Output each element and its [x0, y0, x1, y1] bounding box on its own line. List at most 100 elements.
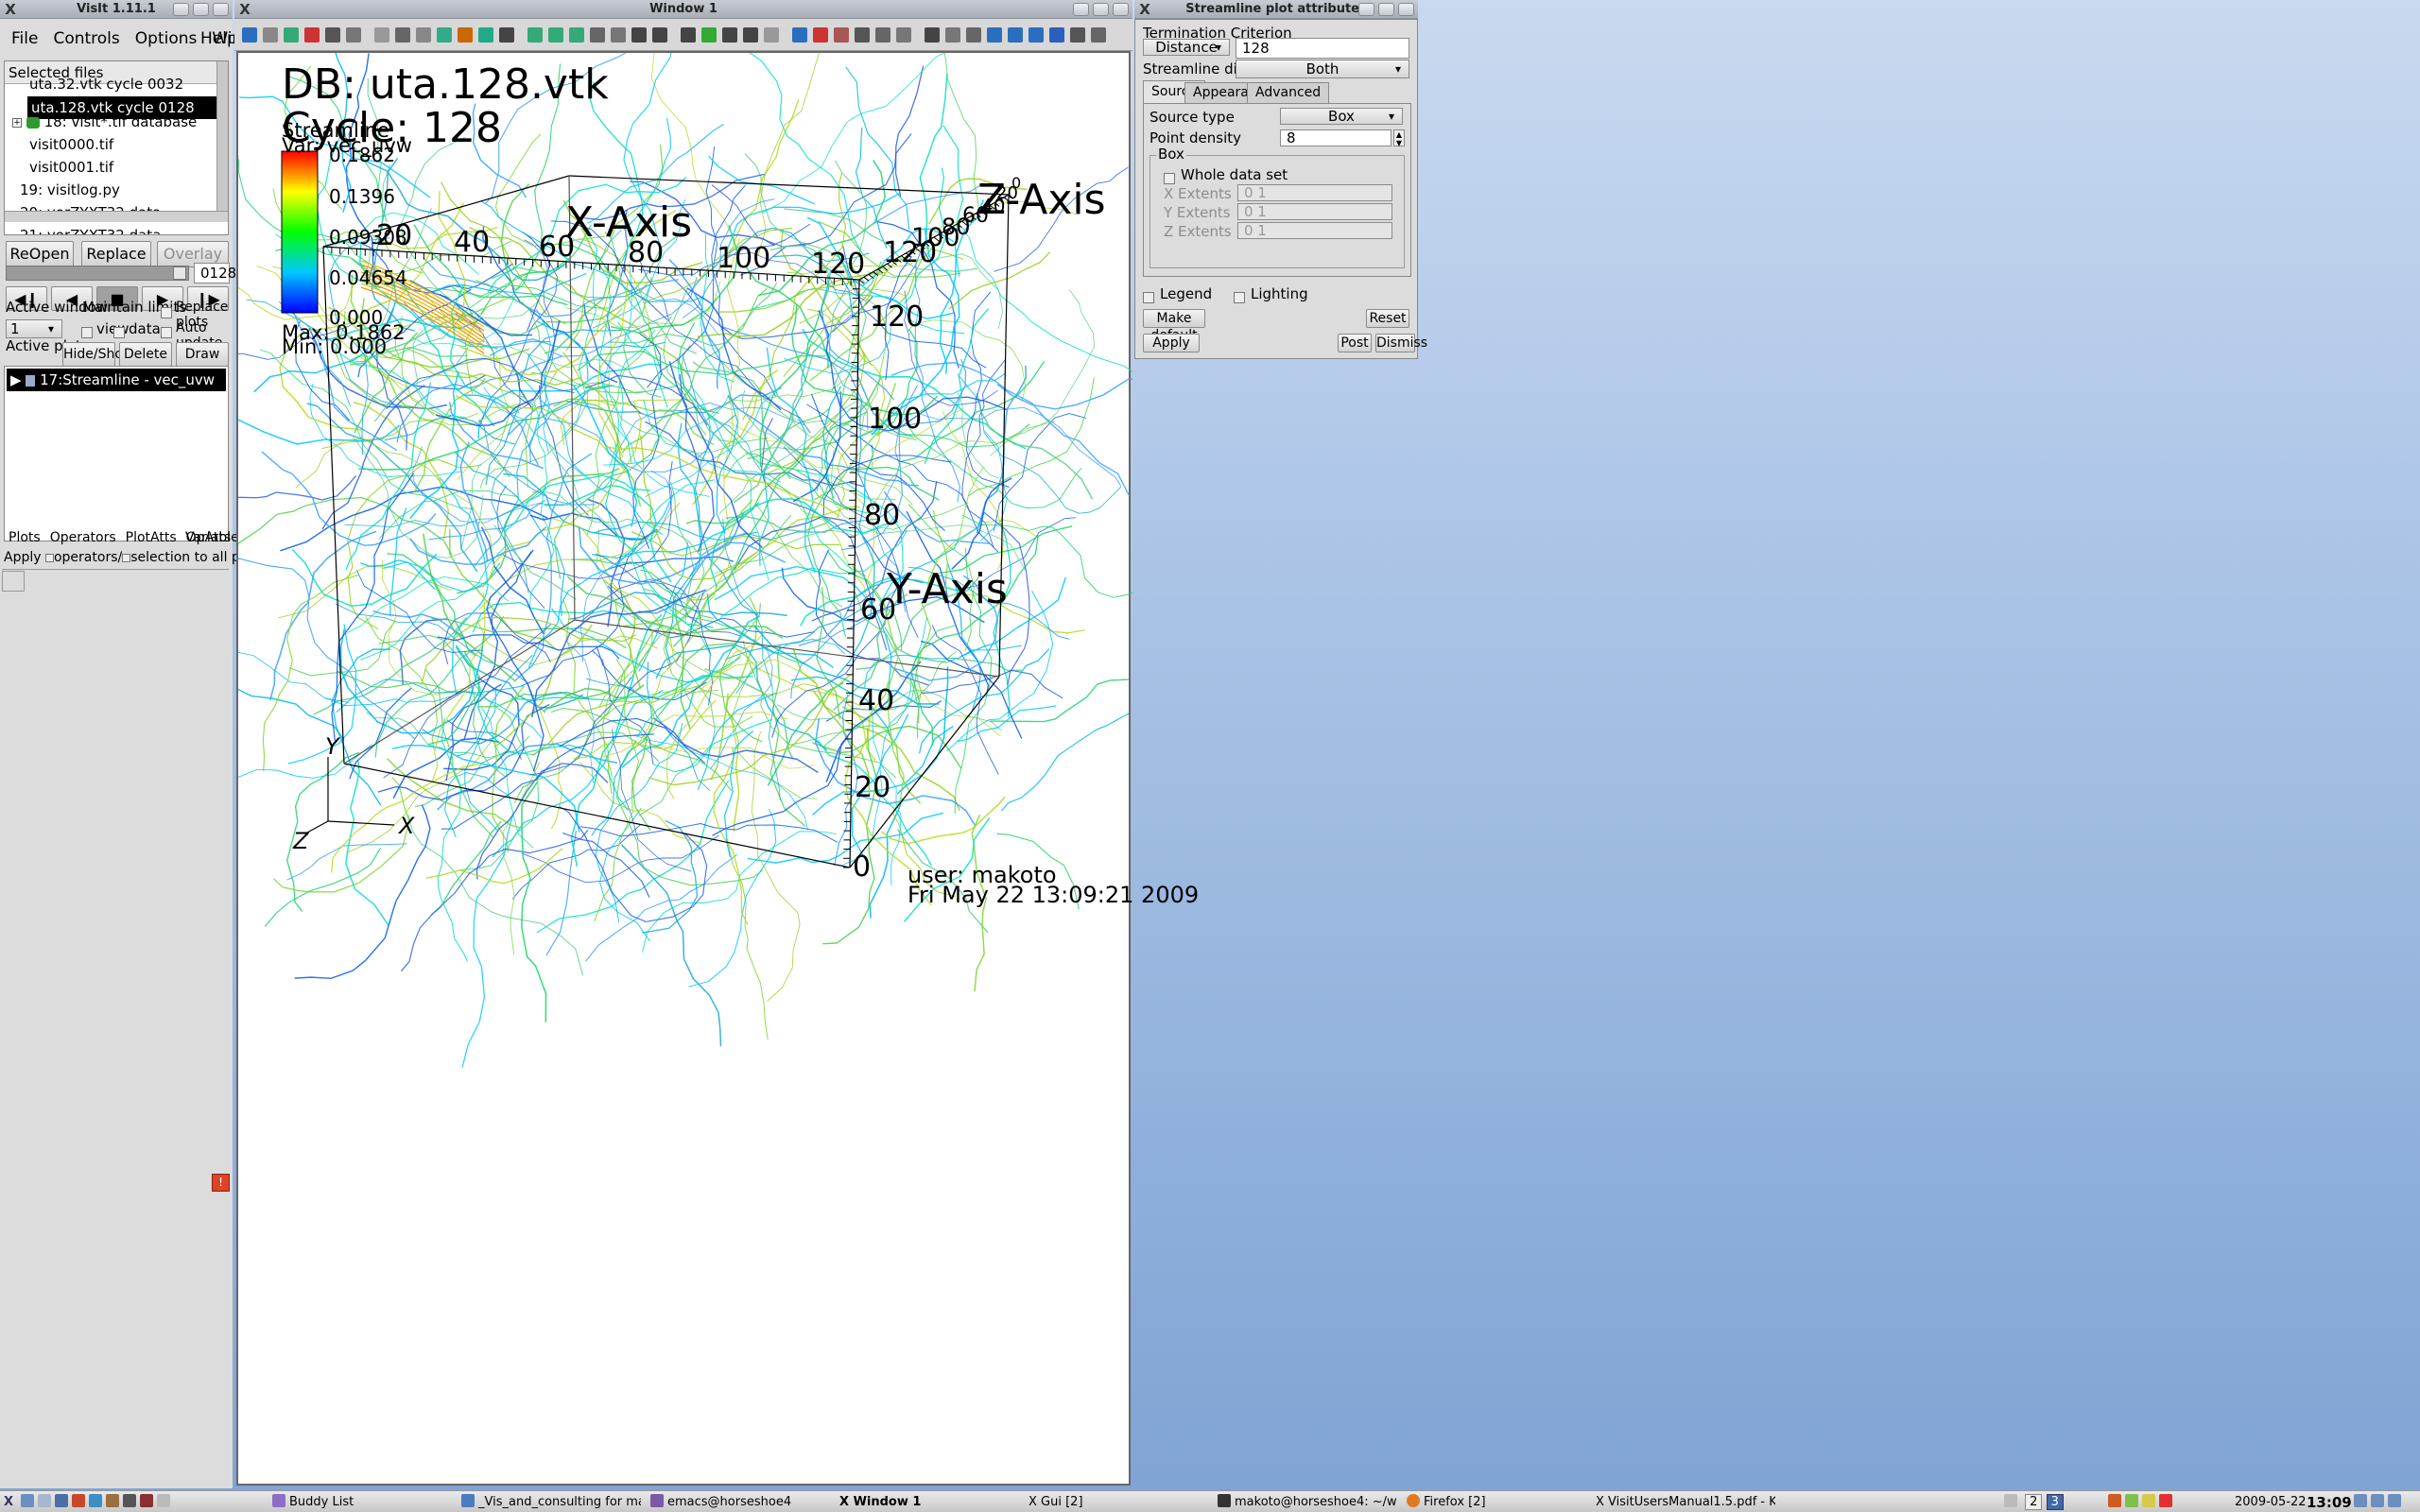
toolbar-button-icon[interactable]: [966, 27, 981, 43]
toolbar-button-icon[interactable]: [478, 27, 493, 43]
x-extents-field[interactable]: 0 1: [1237, 184, 1392, 201]
menu-help[interactable]: Help: [200, 26, 237, 52]
toolbar-button-icon[interactable]: [527, 27, 543, 43]
toolbar-button-icon[interactable]: [611, 27, 626, 43]
task-window-1[interactable]: X Window 1: [839, 1494, 921, 1511]
file-list-scrollbar[interactable]: [216, 61, 228, 211]
toolbar-button-icon[interactable]: [395, 27, 410, 43]
task-buddy-list[interactable]: Buddy List: [272, 1494, 354, 1511]
workspace-3[interactable]: 3: [2046, 1494, 2064, 1510]
streamline-attrs-titlebar[interactable]: X Streamline plot attributes: [1134, 0, 1418, 19]
toolbar-button-icon[interactable]: [652, 27, 667, 43]
toolbar-button-icon[interactable]: [945, 27, 960, 43]
task-pdf[interactable]: X VisitUsersManual1.5.pdf - K: [1596, 1494, 1775, 1511]
output-warning-icon[interactable]: !: [212, 1174, 230, 1192]
workspace-2[interactable]: 2: [2025, 1494, 2043, 1510]
legend-checkbox[interactable]: [1143, 288, 1154, 307]
plot-item[interactable]: ▶ 17:Streamline - vec_uvw: [7, 369, 226, 391]
task-emacs[interactable]: emacs@horseshoe4: [650, 1494, 791, 1511]
auto-update-checkbox[interactable]: [161, 323, 172, 342]
app-icon[interactable]: [140, 1494, 153, 1507]
toolbar-button-icon[interactable]: [374, 27, 389, 43]
selection-checkbox[interactable]: [122, 553, 131, 562]
output-tab[interactable]: [2, 571, 25, 592]
app-icon[interactable]: [89, 1494, 102, 1507]
quicklaunch-icons[interactable]: [21, 1494, 174, 1511]
toolbar-button-icon[interactable]: [925, 27, 940, 43]
task-firefox-tab[interactable]: _Vis_and_consulting for mak: [461, 1494, 641, 1511]
toolbar-button-icon[interactable]: [1049, 27, 1064, 43]
app-icon[interactable]: [55, 1494, 68, 1507]
close-button-icon[interactable]: [213, 3, 229, 16]
toolbar-button-icon[interactable]: [499, 27, 514, 43]
toolbar-button-icon[interactable]: [875, 27, 890, 43]
toolbar-button-icon[interactable]: [1070, 27, 1085, 43]
visit-titlebar[interactable]: X VisIt 1.11.1: [0, 0, 233, 19]
task-gui[interactable]: X Gui [2]: [1028, 1494, 1083, 1511]
tab-advanced[interactable]: Advanced: [1247, 82, 1330, 103]
source-type-select[interactable]: Box: [1280, 108, 1403, 125]
file-list-hscrollbar[interactable]: [5, 211, 228, 222]
file-item[interactable]: visit0000.tif: [29, 133, 113, 156]
file-item-database[interactable]: + 18: visit*.tif database: [12, 111, 197, 133]
time-slider[interactable]: [6, 266, 189, 281]
toolbar-button-icon[interactable]: [1008, 27, 1023, 43]
toolbar-button-icon[interactable]: [813, 27, 828, 43]
toolbar-button-icon[interactable]: [325, 27, 340, 43]
termination-value-field[interactable]: 128: [1236, 38, 1409, 59]
menu-plotatts[interactable]: PlotAtts: [121, 526, 182, 549]
file-item[interactable]: visit0001.tif: [29, 156, 113, 179]
point-density-field[interactable]: 8: [1280, 129, 1392, 146]
selected-files-list[interactable]: Selected files uta.32.vtk cycle 0032 uta…: [4, 60, 229, 235]
lighting-checkbox[interactable]: [1234, 288, 1245, 307]
toolbar-button-icon[interactable]: [304, 27, 320, 43]
clock-time[interactable]: 13:09: [2307, 1494, 2352, 1511]
time-field[interactable]: 0128: [194, 263, 236, 284]
tray-icon[interactable]: [2354, 1494, 2367, 1507]
expand-arrow-icon[interactable]: ▶: [10, 371, 22, 388]
menu-options[interactable]: Options: [128, 26, 205, 52]
tray-icon[interactable]: [2388, 1494, 2401, 1507]
minimize-icon[interactable]: [1073, 3, 1089, 16]
workspace-switcher[interactable]: 2 3: [2004, 1494, 2064, 1511]
tray-icons-right[interactable]: [2354, 1494, 2405, 1511]
app-icon[interactable]: [21, 1494, 34, 1507]
toolbar-button-icon[interactable]: [701, 27, 717, 43]
toolbar-button-icon[interactable]: [458, 27, 473, 43]
menu-operators[interactable]: Operators: [45, 526, 121, 549]
toolbar-button-icon[interactable]: [792, 27, 807, 43]
toolbar-button-icon[interactable]: [346, 27, 361, 43]
toolbar-button-icon[interactable]: [764, 27, 779, 43]
workspace-icon[interactable]: [2004, 1494, 2017, 1507]
y-extents-field[interactable]: 0 1: [1237, 203, 1392, 220]
tray-icon[interactable]: [2125, 1494, 2138, 1507]
post-button[interactable]: Post: [1338, 334, 1372, 352]
task-firefox[interactable]: Firefox [2]: [1407, 1494, 1486, 1511]
operators-checkbox[interactable]: [44, 553, 54, 562]
close-icon[interactable]: X: [2, 1, 19, 18]
close-button-icon[interactable]: [1398, 3, 1414, 16]
replace-button[interactable]: Replace: [81, 241, 151, 267]
toolbar-button-icon[interactable]: [631, 27, 647, 43]
tray-icon[interactable]: [2142, 1494, 2155, 1507]
toolbar-button-icon[interactable]: [437, 27, 452, 43]
reset-button[interactable]: Reset: [1366, 309, 1409, 328]
start-menu-icon[interactable]: X: [4, 1494, 13, 1511]
toolbar-button-icon[interactable]: [548, 27, 563, 43]
app-icon[interactable]: [38, 1494, 51, 1507]
dismiss-button[interactable]: Dismiss: [1375, 334, 1427, 352]
minimize-icon[interactable]: [173, 3, 189, 16]
app-icon[interactable]: [106, 1494, 119, 1507]
reopen-button[interactable]: ReOpen: [6, 241, 74, 267]
tray-icon[interactable]: [2108, 1494, 2121, 1507]
close-icon[interactable]: X: [1136, 1, 1153, 18]
active-plots-list[interactable]: ▶ 17:Streamline - vec_uvw: [4, 366, 229, 541]
task-terminal[interactable]: makoto@horseshoe4: ~/wo: [1218, 1494, 1397, 1511]
hide-show-button[interactable]: Hide/Show: [62, 342, 133, 367]
file-item[interactable]: 21: vorZYXT32.data~: [20, 224, 173, 234]
toolbar-button-icon[interactable]: [834, 27, 849, 43]
time-slider-handle[interactable]: [173, 266, 186, 280]
vis-window-titlebar[interactable]: X Window 1: [234, 0, 1132, 19]
toolbar-button-icon[interactable]: [242, 27, 257, 43]
vis-canvas[interactable]: DB: uta.128.vtk Cycle: 128 Streamline Va…: [134, 0, 1214, 1486]
